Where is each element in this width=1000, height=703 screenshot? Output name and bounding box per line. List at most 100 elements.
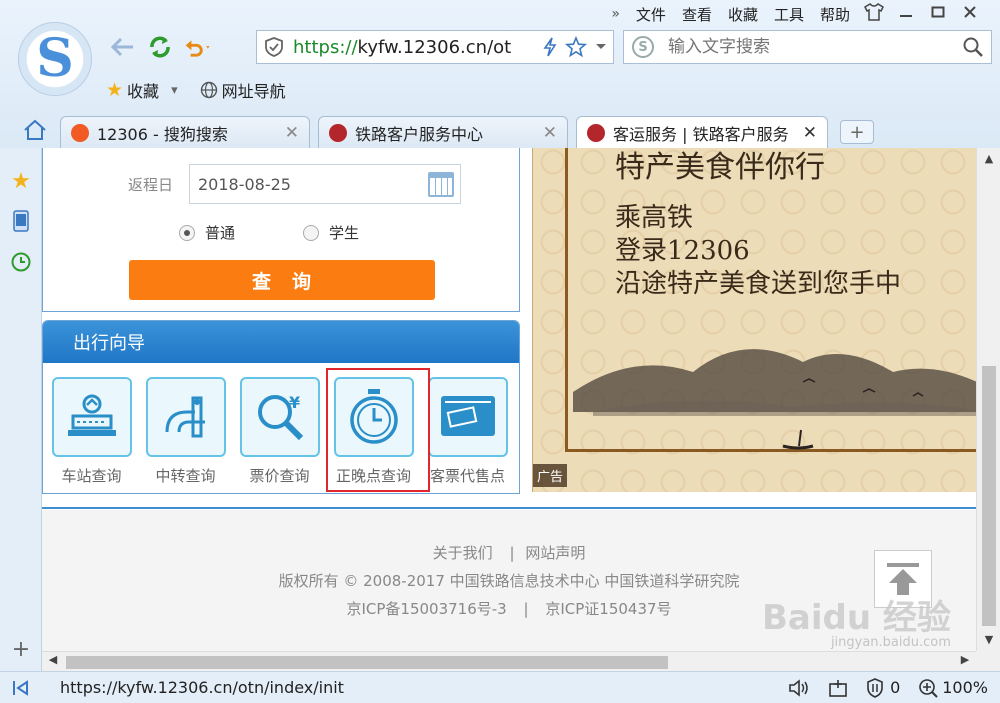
add-sidebar-icon[interactable]: +: [10, 637, 32, 662]
skin-shirt-icon[interactable]: [858, 3, 890, 25]
scroll-up-arrow[interactable]: ▲: [977, 150, 1000, 168]
calendar-icon[interactable]: [428, 172, 454, 197]
ad-heading: 特产美食伴你行: [615, 150, 825, 185]
guide-item-station[interactable]: 车站查询: [51, 377, 132, 486]
nav-link-label: 网址导航: [221, 82, 286, 101]
tab-strip: 12306 - 搜狗搜索 ✕ 铁路客户服务中心 ✕ 客运服务 | 铁路客户服务 …: [0, 112, 1000, 149]
scroll-left-arrow[interactable]: ◀: [44, 653, 62, 666]
favorites-sidebar-star-icon[interactable]: ★: [10, 169, 32, 194]
scroll-down-arrow[interactable]: ▼: [977, 631, 1000, 649]
tab-label: 客运服务 | 铁路客户服务: [613, 125, 789, 144]
collapse-sidebar-icon[interactable]: [0, 679, 42, 696]
favorites-dropdown-icon: ▾: [171, 82, 178, 98]
speaker-icon[interactable]: [788, 678, 810, 697]
address-host: kyfw.12306.cn/ot: [357, 36, 512, 58]
radio-student-dot[interactable]: [303, 224, 320, 241]
railway-tab-icon: [329, 123, 347, 142]
guide-item-label: 票价查询: [249, 467, 310, 485]
guide-item-label: 中转查询: [155, 467, 216, 485]
tab-label: 铁路客户服务中心: [355, 124, 484, 144]
vertical-scroll-thumb[interactable]: [982, 366, 996, 626]
ticket-agency-icon[interactable]: [427, 377, 508, 457]
fare-icon[interactable]: ¥: [239, 377, 320, 457]
tablet-icon[interactable]: [10, 210, 32, 232]
menu-help[interactable]: 帮助: [812, 4, 858, 25]
history-clock-icon[interactable]: [10, 251, 32, 273]
bookmark-bar: ★ 收藏 ▾ 网址导航: [106, 78, 286, 102]
scroll-right-arrow[interactable]: ▶: [956, 653, 974, 666]
status-bar: https://kyfw.12306.cn/otn/index/init 0 1…: [0, 671, 1000, 703]
page-viewport: 返程日 2018-08-25 普通 学生 查 询 出行向导 车站查询 中转查询 …: [42, 148, 976, 651]
search-box[interactable]: S: [623, 30, 992, 64]
sogou-browser-logo[interactable]: S: [18, 22, 92, 96]
favorites-menu[interactable]: ★ 收藏 ▾: [106, 78, 178, 102]
station-icon[interactable]: [51, 377, 132, 457]
lightning-icon[interactable]: [543, 37, 557, 57]
highlight-box: [326, 368, 430, 492]
guide-item-agency[interactable]: 客票代售点: [427, 377, 508, 486]
nav-buttons: [108, 33, 212, 61]
undo-close-tab-icon[interactable]: [184, 33, 212, 61]
browser-toolbar: S » 文件 查看 收藏 工具 帮助 https://kyfw.12306.cn…: [0, 0, 1000, 149]
ad-line: 登录12306: [615, 236, 750, 266]
address-text[interactable]: https://kyfw.12306.cn/ot: [293, 37, 543, 58]
menu-favorites[interactable]: 收藏: [720, 4, 766, 25]
extensions-icon[interactable]: [828, 678, 848, 698]
security-shield-icon: [265, 37, 283, 57]
search-input[interactable]: [668, 37, 963, 57]
icp-bei: 京ICP备15003716号-3: [346, 600, 507, 618]
adblock-count: 0: [890, 678, 901, 697]
adblock-indicator[interactable]: 0: [866, 677, 901, 698]
return-date-label: 返程日: [127, 175, 173, 194]
query-button[interactable]: 查 询: [129, 260, 435, 300]
sogou-logo-glyph: S: [36, 28, 74, 89]
address-dropdown-icon[interactable]: [595, 43, 607, 51]
search-icon[interactable]: [963, 37, 983, 57]
menu-view[interactable]: 查看: [674, 4, 720, 25]
back-arrow-icon[interactable]: [108, 33, 136, 61]
menu-file[interactable]: 文件: [628, 4, 674, 25]
tab-passenger-service[interactable]: 客运服务 | 铁路客户服务 ✕: [576, 116, 828, 149]
tab-close-icon[interactable]: ✕: [277, 123, 299, 143]
guide-item-fare[interactable]: ¥ 票价查询: [239, 377, 320, 486]
tab-close-icon[interactable]: ✕: [535, 123, 557, 143]
radio-student[interactable]: 学生: [303, 222, 359, 243]
return-date-input[interactable]: 2018-08-25: [189, 164, 461, 204]
home-icon[interactable]: [22, 118, 48, 142]
advertisement-banner[interactable]: 特产美食伴你行 乘高铁 登录12306 沿途特产美食送到您手中 广告: [532, 148, 976, 492]
nav-link[interactable]: 网址导航: [200, 78, 286, 102]
tab-close-icon[interactable]: ✕: [795, 123, 817, 143]
minimize-icon[interactable]: [890, 5, 922, 23]
search-engine-icon[interactable]: S: [632, 36, 654, 58]
zoom-control[interactable]: 100%: [918, 678, 988, 698]
ticket-query-form: 返程日 2018-08-25 普通 学生 查 询: [42, 148, 520, 312]
copyright-text: 版权所有 © 2008-2017 中国铁路信息技术中心 中国铁道科学研究院: [278, 572, 740, 590]
horizontal-scroll-thumb[interactable]: [66, 656, 668, 669]
guide-item-transfer[interactable]: 中转查询: [145, 377, 226, 486]
statement-link[interactable]: 网站声明: [525, 544, 585, 562]
globe-icon: [200, 81, 217, 99]
radio-normal-dot[interactable]: [179, 224, 195, 241]
side-panel: ★ +: [0, 148, 42, 671]
transfer-icon[interactable]: [145, 377, 226, 457]
refresh-icon[interactable]: [146, 33, 174, 61]
radio-normal[interactable]: 普通: [179, 222, 235, 243]
tab-sogou-search[interactable]: 12306 - 搜狗搜索 ✕: [60, 116, 310, 148]
return-date-row: 返程日 2018-08-25: [103, 164, 461, 204]
scrollbar-corner: [976, 651, 1000, 671]
close-window-icon[interactable]: [954, 5, 986, 23]
bookmark-star-icon[interactable]: [565, 36, 587, 58]
tab-railway-service[interactable]: 铁路客户服务中心 ✕: [318, 116, 568, 148]
about-link[interactable]: 关于我们: [433, 544, 493, 562]
address-bar[interactable]: https://kyfw.12306.cn/ot: [256, 30, 614, 64]
maximize-icon[interactable]: [922, 5, 954, 23]
new-tab-button[interactable]: +: [840, 120, 874, 144]
address-actions: [543, 36, 607, 58]
vertical-scrollbar[interactable]: ▲ ▼: [976, 148, 1000, 651]
menu-tools[interactable]: 工具: [766, 4, 812, 25]
tab-label: 12306 - 搜狗搜索: [97, 124, 228, 144]
menu-overflow-chevron[interactable]: »: [603, 6, 628, 22]
horizontal-scrollbar[interactable]: ◀ ▶: [42, 651, 976, 671]
ad-badge: 广告: [533, 464, 568, 487]
baidu-watermark: Baidu 经验 jingyan.baidu.com: [762, 590, 951, 650]
